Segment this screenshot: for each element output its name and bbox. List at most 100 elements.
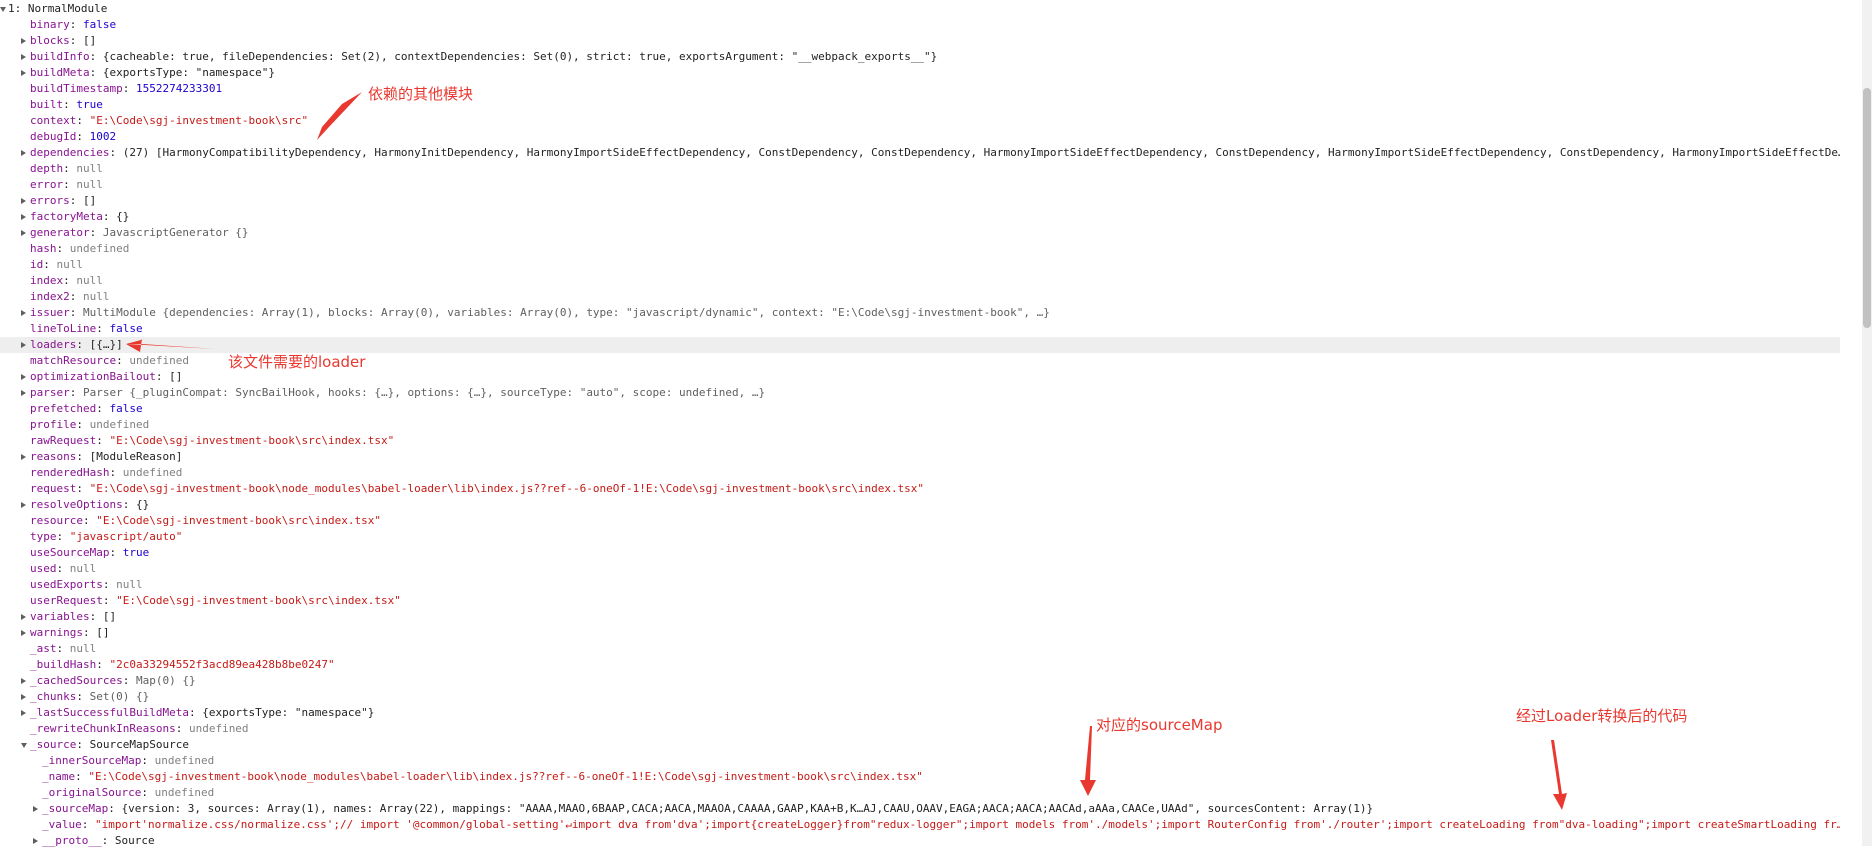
expand-open-icon[interactable] xyxy=(0,7,6,12)
expand-closed-icon[interactable] xyxy=(21,630,26,636)
expand-closed-icon[interactable] xyxy=(21,342,26,348)
tree-line: _ast: null xyxy=(30,642,97,655)
tree-line: debugId: 1002 xyxy=(30,130,117,143)
property-value: false xyxy=(109,402,143,415)
annotation-loaders: 该文件需要的loader xyxy=(228,353,366,371)
property-key: _sourceMap xyxy=(42,802,109,815)
vertical-scrollbar[interactable] xyxy=(1862,0,1872,846)
property-key: _lastSuccessfulBuildMeta xyxy=(30,706,189,719)
property-key: context xyxy=(30,114,77,127)
property-key: generator xyxy=(30,226,90,239)
expand-closed-icon[interactable] xyxy=(21,54,26,60)
tree-row-reasons[interactable]: reasons: [ModuleReason] xyxy=(0,449,1840,465)
tree-row-usedexports: usedExports: null xyxy=(0,577,1840,593)
property-key: optimizationBailout xyxy=(30,370,156,383)
expand-closed-icon[interactable] xyxy=(21,678,26,684)
tree-line: index2: null xyxy=(30,290,110,303)
tree-line: matchResource: undefined xyxy=(30,354,189,367)
property-key: buildTimestamp xyxy=(30,82,123,95)
tree-row-blocks[interactable]: blocks: [] xyxy=(0,33,1840,49)
tree-row-name: _name: "E:\Code\sgj-investment-book\node… xyxy=(0,769,1840,785)
property-value: "E:\Code\sgj-investment-book\node_module… xyxy=(89,482,925,495)
property-value: undefined xyxy=(69,242,130,255)
property-key: used xyxy=(30,562,57,575)
expand-closed-icon[interactable] xyxy=(21,70,26,76)
tree-line: _name: "E:\Code\sgj-investment-book\node… xyxy=(42,770,923,783)
tree-row-factorymeta[interactable]: factoryMeta: {} xyxy=(0,209,1840,225)
property-value: null xyxy=(56,258,84,271)
tree-row-generator[interactable]: generator: JavascriptGenerator {} xyxy=(0,225,1840,241)
tree-row-id: id: null xyxy=(0,257,1840,273)
property-value: {exportsType: "namespace"} xyxy=(102,66,276,79)
property-key: buildInfo xyxy=(30,50,90,63)
tree-line: depth: null xyxy=(30,162,103,175)
tree-row-rawrequest: rawRequest: "E:\Code\sgj-investment-book… xyxy=(0,433,1840,449)
property-value: {version: 3, sources: Array(1), names: A… xyxy=(121,802,1374,815)
property-value: [ModuleReason] xyxy=(89,450,183,463)
tree-row-source[interactable]: _source: SourceMapSource xyxy=(0,737,1840,753)
property-value: [] xyxy=(96,626,110,639)
tree-row-profile: profile: undefined xyxy=(0,417,1840,433)
tree-row-errors[interactable]: errors: [] xyxy=(0,193,1840,209)
tree-row-depth: depth: null xyxy=(0,161,1840,177)
tree-row-used: used: null xyxy=(0,561,1840,577)
tree-row-proto[interactable]: __proto__: Source xyxy=(0,833,1840,849)
tree-line: _source: SourceMapSource xyxy=(30,738,189,751)
tree-line: _originalSource: undefined xyxy=(42,786,215,799)
tree-row-buildinfo[interactable]: buildInfo: {cacheable: true, fileDepende… xyxy=(0,49,1840,65)
expand-closed-icon[interactable] xyxy=(21,150,26,156)
tree-row-buildmeta[interactable]: buildMeta: {exportsType: "namespace"} xyxy=(0,65,1840,81)
expand-closed-icon[interactable] xyxy=(21,614,26,620)
property-value: JavascriptGenerator {} xyxy=(102,226,249,239)
tree-line: _rewriteChunkInReasons: undefined xyxy=(30,722,249,735)
tree-row-root[interactable]: 1: NormalModule xyxy=(0,1,1840,17)
expand-closed-icon[interactable] xyxy=(21,38,26,44)
property-value: "E:\Code\sgj-investment-book\src" xyxy=(89,114,309,127)
tree-row-variables[interactable]: variables: [] xyxy=(0,609,1840,625)
expand-open-icon[interactable] xyxy=(21,743,27,748)
tree-row-innersourcemap: _innerSourceMap: undefined xyxy=(0,753,1840,769)
tree-line: dependencies: (27) [HarmonyCompatibility… xyxy=(30,145,1840,161)
property-key: index2 xyxy=(30,290,70,303)
tree-row-prefetched: prefetched: false xyxy=(0,401,1840,417)
property-key: id xyxy=(30,258,44,271)
tree-line: error: null xyxy=(30,178,103,191)
expand-closed-icon[interactable] xyxy=(21,374,26,380)
property-key: dependencies xyxy=(30,146,110,159)
expand-closed-icon[interactable] xyxy=(21,390,26,396)
property-key: rawRequest xyxy=(30,434,97,447)
property-key: buildMeta xyxy=(30,66,90,79)
expand-closed-icon[interactable] xyxy=(21,198,26,204)
expand-closed-icon[interactable] xyxy=(33,838,38,844)
expand-closed-icon[interactable] xyxy=(21,310,26,316)
tree-line: hash: undefined xyxy=(30,242,130,255)
property-key: _buildHash xyxy=(30,658,97,671)
tree-line: reasons: [ModuleReason] xyxy=(30,450,183,463)
property-key: profile xyxy=(30,418,77,431)
tree-row-chunks[interactable]: _chunks: Set(0) {} xyxy=(0,689,1840,705)
tree-row-cachedsources[interactable]: _cachedSources: Map(0) {} xyxy=(0,673,1840,689)
tree-line: lineToLine: false xyxy=(30,322,143,335)
expand-closed-icon[interactable] xyxy=(21,230,26,236)
expand-closed-icon[interactable] xyxy=(21,214,26,220)
tree-row-warnings[interactable]: warnings: [] xyxy=(0,625,1840,641)
tree-line: optimizationBailout: [] xyxy=(30,370,183,383)
expand-closed-icon[interactable] xyxy=(21,710,26,716)
property-key: lineToLine xyxy=(30,322,97,335)
expand-closed-icon[interactable] xyxy=(33,806,38,812)
tree-row-issuer[interactable]: issuer: MultiModule {dependencies: Array… xyxy=(0,305,1840,321)
tree-row-dependencies[interactable]: dependencies: (27) [HarmonyCompatibility… xyxy=(0,145,1840,161)
tree-row-parser[interactable]: parser: Parser {_pluginCompat: SyncBailH… xyxy=(0,385,1840,401)
property-value: 1002 xyxy=(89,130,117,143)
tree-row-resolveoptions[interactable]: resolveOptions: {} xyxy=(0,497,1840,513)
property-value: "import'normalize.css/normalize.css';// … xyxy=(95,818,1840,831)
expand-closed-icon[interactable] xyxy=(21,694,26,700)
scrollbar-thumb[interactable] xyxy=(1863,88,1871,328)
expand-closed-icon[interactable] xyxy=(21,454,26,460)
tree-line: profile: undefined xyxy=(30,418,150,431)
tree-row-sourcemap[interactable]: _sourceMap: {version: 3, sources: Array(… xyxy=(0,801,1840,817)
expand-closed-icon[interactable] xyxy=(21,502,26,508)
property-key: error xyxy=(30,178,64,191)
property-value: "E:\Code\sgj-investment-book\src\index.t… xyxy=(109,434,395,447)
property-value: null xyxy=(69,642,97,655)
